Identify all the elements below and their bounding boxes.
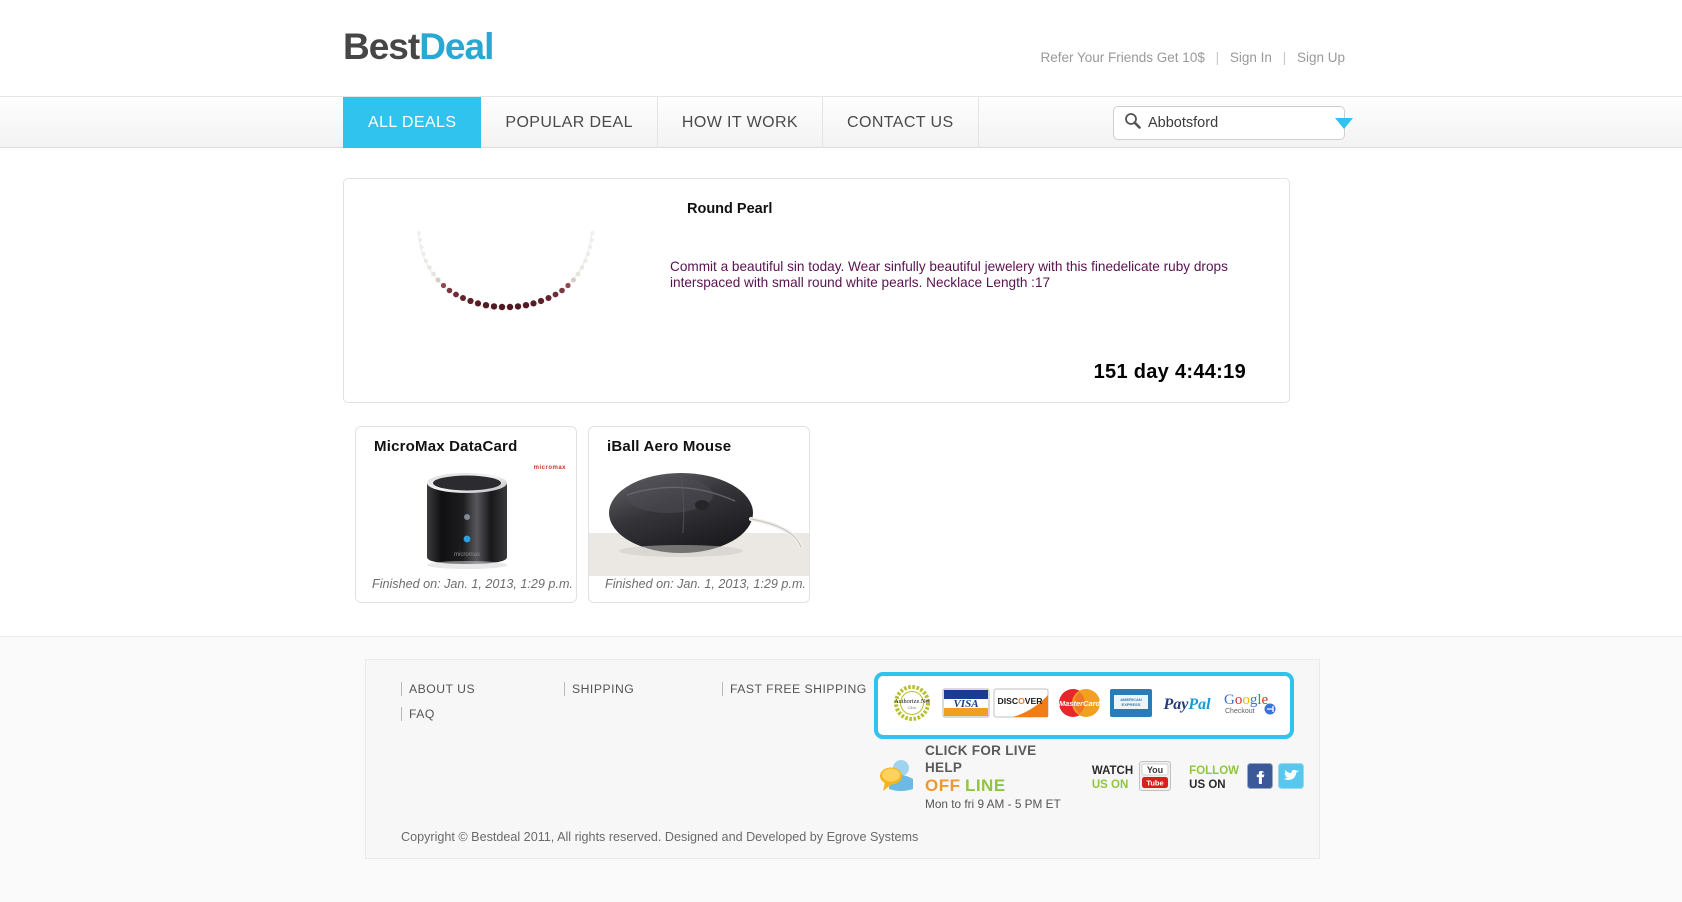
svg-text:Google: Google: [1224, 692, 1269, 708]
featured-deal-title: Round Pearl: [687, 201, 773, 217]
logo-text-best: Best: [343, 26, 420, 67]
product-title: iBall Aero Mouse: [607, 438, 732, 455]
product-title: MicroMax DataCard: [374, 438, 518, 455]
watch-label-line2: US ON: [1091, 779, 1129, 791]
youtube-icon[interactable]: You Tube: [1139, 760, 1172, 796]
mastercard-icon: MasterCard: [1053, 686, 1105, 725]
live-help-text[interactable]: CLICK FOR LIVE HELP OFF LINE Mon to fri …: [925, 743, 1074, 812]
search-input[interactable]: [1148, 115, 1335, 131]
watch-us-on-youtube[interactable]: WATCH US ON You Tube: [1092, 760, 1172, 796]
nav-item-popular-deal[interactable]: POPULAR DEAL: [481, 97, 658, 149]
product-finished-date: Finished on: Jan. 1, 2013, 1:29 p.m.: [605, 577, 806, 591]
svg-text:MasterCard: MasterCard: [1059, 699, 1101, 708]
twitter-icon[interactable]: [1278, 762, 1304, 794]
site-logo[interactable]: BestDeal: [343, 26, 494, 68]
nav-items: ALL DEALS POPULAR DEAL HOW IT WORK CONTA…: [343, 97, 979, 149]
chevron-down-icon[interactable]: [1335, 117, 1353, 129]
nav-item-all-deals[interactable]: ALL DEALS: [343, 97, 482, 149]
american-express-icon: AMERICAN EXPRESS: [1109, 687, 1153, 724]
live-help-row: CLICK FOR LIVE HELP OFF LINE Mon to fri …: [874, 744, 1304, 810]
watch-us-on-label: WATCH US ON: [1092, 764, 1133, 793]
paypal-icon: PayPal: [1156, 689, 1219, 722]
svg-text:Click: Click: [908, 705, 917, 710]
footer-links: ABOUT US SHIPPING FAST FREE SHIPPING FAQ: [401, 682, 871, 732]
google-checkout-icon: Google Checkout: [1222, 687, 1282, 724]
watch-label-line1: WATCH: [1091, 764, 1134, 777]
round-pearl-necklace-image: [412, 229, 598, 315]
product-card-micromax-datacard[interactable]: MicroMax DataCard micromax micromax Fini…: [355, 426, 577, 603]
svg-text:EXPRESS: EXPRESS: [1121, 702, 1140, 707]
featured-deal-card[interactable]: Round Pearl Commit a beautiful sin today…: [343, 178, 1290, 403]
svg-text:PayPal: PayPal: [1163, 696, 1212, 713]
site-header: BestDeal Refer Your Friends Get 10$ | Si…: [0, 0, 1682, 96]
svg-text:You: You: [1147, 765, 1163, 775]
countdown-timer: 151 day 4:44:19: [1093, 361, 1246, 383]
product-card-iball-aero-mouse[interactable]: iBall Aero Mouse Finished on: Jan. 1, 20…: [588, 426, 810, 603]
top-utility-links: Refer Your Friends Get 10$ | Sign In | S…: [1040, 50, 1345, 65]
live-help-status-line: LINE: [964, 776, 1006, 795]
footer-panel: ABOUT US SHIPPING FAST FREE SHIPPING FAQ…: [365, 659, 1320, 859]
live-help-hours: Mon to fri 9 AM - 5 PM ET: [925, 796, 1061, 811]
location-search-box[interactable]: [1113, 106, 1353, 140]
follow-us-on[interactable]: FOLLOW US ON: [1189, 762, 1304, 794]
payment-methods-strip: Authorize.Net Click VISA DISCOVER Master…: [874, 672, 1294, 739]
site-footer: ABOUT US SHIPPING FAST FREE SHIPPING FAQ…: [0, 636, 1682, 902]
product-finished-date: Finished on: Jan. 1, 2013, 1:29 p.m.: [372, 577, 573, 591]
follow-label-line1: FOLLOW: [1189, 764, 1239, 777]
product-image-iball-aero-mouse: [589, 461, 809, 576]
product-image-micromax-datacard: micromax: [356, 461, 576, 571]
live-chat-icon[interactable]: [874, 755, 916, 802]
copyright-text: Copyright © Bestdeal 2011, All rights re…: [401, 830, 919, 844]
sign-up-link[interactable]: Sign Up: [1297, 50, 1345, 65]
main-content: Round Pearl Commit a beautiful sin today…: [0, 148, 1682, 636]
svg-text:Checkout: Checkout: [1225, 708, 1255, 715]
featured-deal-description: Commit a beautiful sin today. Wear sinfu…: [670, 259, 1228, 290]
footer-link-shipping[interactable]: SHIPPING: [564, 682, 722, 696]
svg-text:VISA: VISA: [953, 698, 978, 710]
refer-friends-link[interactable]: Refer Your Friends Get 10$: [1040, 50, 1204, 65]
main-navigation-bar: ALL DEALS POPULAR DEAL HOW IT WORK CONTA…: [0, 96, 1682, 149]
nav-item-contact-us[interactable]: CONTACT US: [823, 97, 979, 149]
follow-label-line2: US ON: [1189, 779, 1226, 791]
footer-link-faq[interactable]: FAQ: [401, 707, 564, 721]
visa-icon: VISA: [942, 687, 990, 724]
svg-text:micromax: micromax: [454, 552, 480, 558]
svg-text:DISCOVER: DISCOVER: [998, 696, 1044, 706]
sign-in-link[interactable]: Sign In: [1230, 50, 1272, 65]
follow-us-on-label: FOLLOW US ON: [1189, 764, 1239, 793]
live-help-heading: CLICK FOR LIVE HELP: [925, 743, 1037, 776]
live-help-status-off: OFF: [925, 776, 961, 795]
search-icon: [1124, 112, 1141, 134]
discover-icon: DISCOVER: [993, 687, 1049, 724]
footer-link-fast-free-shipping[interactable]: FAST FREE SHIPPING: [722, 682, 871, 696]
logo-text-deal: Deal: [419, 26, 494, 67]
nav-item-how-it-work[interactable]: HOW IT WORK: [658, 97, 824, 149]
link-separator-1: |: [1215, 50, 1220, 65]
facebook-icon[interactable]: [1247, 762, 1273, 794]
authorize-net-icon: Authorize.Net Click: [886, 685, 938, 726]
footer-link-about-us[interactable]: ABOUT US: [401, 682, 564, 696]
svg-text:Authorize.Net: Authorize.Net: [894, 698, 930, 705]
svg-text:Tube: Tube: [1146, 778, 1163, 787]
link-separator-2: |: [1282, 50, 1287, 65]
